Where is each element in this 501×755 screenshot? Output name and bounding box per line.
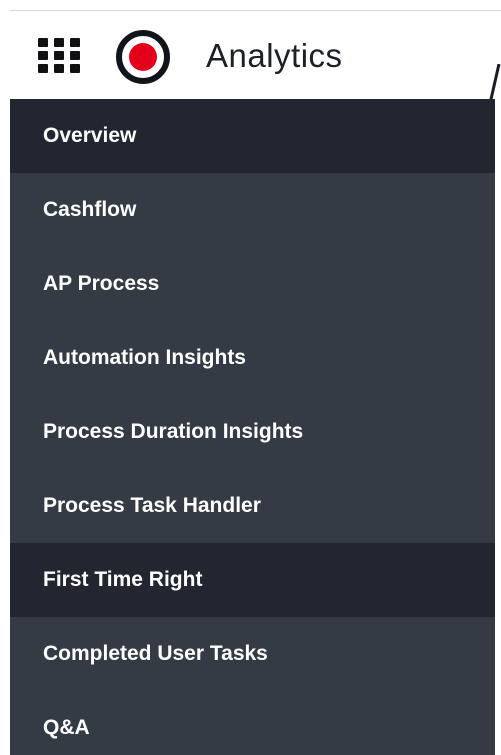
sidebar-item-label: Process Duration Insights [43, 420, 304, 443]
sidebar-item-label: Q&A [43, 716, 90, 739]
top-divider [10, 10, 501, 11]
app-title: Analytics [206, 37, 343, 74]
sidebar-item-overview[interactable]: Overview [10, 99, 495, 173]
sidebar-item-completed-user-tasks[interactable]: Completed User Tasks [10, 617, 495, 691]
sidebar-item-label: First Time Right [43, 568, 203, 591]
app-header: Analytics [10, 12, 501, 109]
sidebar-item-label: Cashflow [43, 198, 137, 221]
grid-apps-icon[interactable] [38, 38, 84, 74]
record-logo-icon [115, 29, 171, 85]
sidebar-item-automation-insights[interactable]: Automation Insights [10, 321, 495, 395]
sidebar-item-ap-process[interactable]: AP Process [10, 247, 495, 321]
sidebar-item-label: Process Task Handler [43, 494, 261, 517]
sidebar-item-process-duration-insights[interactable]: Process Duration Insights [10, 395, 495, 469]
sidebar-item-process-task-handler[interactable]: Process Task Handler [10, 469, 495, 543]
sidebar-item-q-and-a[interactable]: Q&A [10, 691, 495, 755]
analytics-sidebar: Overview Cashflow AP Process Automation … [10, 99, 495, 755]
sidebar-item-label: AP Process [43, 272, 160, 295]
analytics-app: Analytics Overview Cashflow AP Process A… [0, 0, 501, 755]
sidebar-item-cashflow[interactable]: Cashflow [10, 173, 495, 247]
sidebar-item-first-time-right[interactable]: First Time Right [10, 543, 495, 617]
sidebar-item-label: Completed User Tasks [43, 642, 268, 665]
sidebar-item-label: Overview [43, 124, 137, 147]
sidebar-item-label: Automation Insights [43, 346, 246, 369]
